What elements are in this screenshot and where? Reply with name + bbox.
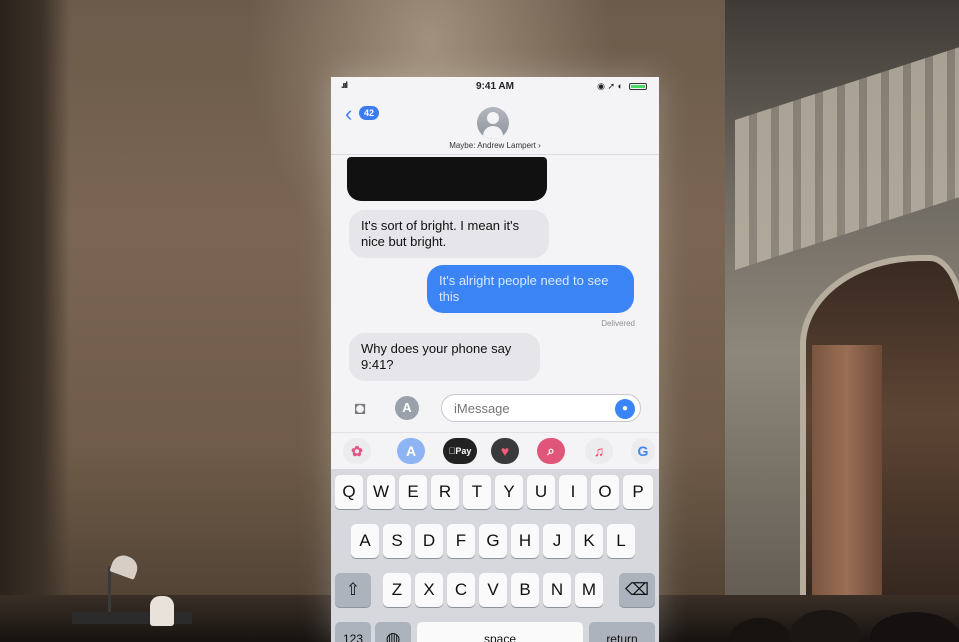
app-store-icon[interactable]: A bbox=[395, 396, 419, 420]
globe-icon[interactable]: ◍ bbox=[375, 622, 411, 642]
key-r[interactable]: R bbox=[431, 475, 459, 509]
status-icons: ◉ ➚ ◐ bbox=[597, 81, 623, 91]
key-n[interactable]: N bbox=[543, 573, 571, 607]
key-x[interactable]: X bbox=[415, 573, 443, 607]
projected-phone-screen: .ııl 9:41 AM ◉ ➚ ◐ ‹ 42 Maybe: Andrew La… bbox=[331, 77, 659, 642]
message-input[interactable] bbox=[441, 394, 641, 422]
shift-icon[interactable]: ⇧ bbox=[335, 573, 371, 607]
camera-icon[interactable]: ◘ bbox=[345, 397, 375, 419]
key-a[interactable]: A bbox=[351, 524, 379, 558]
key-o[interactable]: O bbox=[591, 475, 619, 509]
key-q[interactable]: Q bbox=[335, 475, 363, 509]
music-app-icon[interactable]: ♫ bbox=[585, 438, 613, 464]
numbers-key[interactable]: 123 bbox=[335, 622, 371, 642]
key-j[interactable]: J bbox=[543, 524, 571, 558]
delete-icon[interactable]: ⌫ bbox=[619, 573, 655, 607]
key-z[interactable]: Z bbox=[383, 573, 411, 607]
left-wall-shadow bbox=[0, 0, 70, 642]
message-bubble-incoming: It's sort of bright. I mean it's nice bu… bbox=[349, 210, 549, 258]
contact-name[interactable]: Maybe: Andrew Lampert › bbox=[331, 141, 659, 150]
compose-bar: ◘ A ● bbox=[331, 391, 659, 425]
stage-desk bbox=[72, 612, 192, 624]
keyboard: Q W E R T Y U I O P A S D F G H J K L ⇧ … bbox=[331, 469, 659, 642]
photos-app-icon[interactable]: ✿ bbox=[343, 438, 371, 464]
key-b[interactable]: B bbox=[511, 573, 539, 607]
key-h[interactable]: H bbox=[511, 524, 539, 558]
return-key[interactable]: return bbox=[589, 622, 655, 642]
key-u[interactable]: U bbox=[527, 475, 555, 509]
conversation-header: ‹ 42 Maybe: Andrew Lampert › bbox=[331, 95, 659, 155]
back-unread-badge[interactable]: 42 bbox=[359, 106, 379, 120]
app-drawer: ✿ A Pay ♥ ⌕ ♫ G bbox=[331, 432, 659, 468]
google-app-icon[interactable]: G bbox=[631, 438, 655, 464]
image-search-icon[interactable]: ⌕ bbox=[537, 438, 565, 464]
message-bubble-incoming: Why does your phone say 9:41? bbox=[349, 333, 540, 381]
key-y[interactable]: Y bbox=[495, 475, 523, 509]
key-g[interactable]: G bbox=[479, 524, 507, 558]
key-f[interactable]: F bbox=[447, 524, 475, 558]
avatar[interactable] bbox=[477, 107, 509, 139]
key-v[interactable]: V bbox=[479, 573, 507, 607]
digital-touch-icon[interactable]: ♥ bbox=[491, 438, 519, 464]
microphone-icon[interactable]: ● bbox=[615, 399, 635, 419]
presenter bbox=[150, 596, 174, 626]
avatar-body bbox=[483, 126, 503, 139]
message-bubble-outgoing: It's alright people need to see this bbox=[427, 265, 634, 313]
avatar-head bbox=[487, 112, 499, 124]
key-p[interactable]: P bbox=[623, 475, 653, 509]
app-store-icon[interactable]: A bbox=[397, 438, 425, 464]
delivered-status: Delivered bbox=[601, 319, 635, 328]
key-l[interactable]: L bbox=[607, 524, 635, 558]
apple-pay-icon[interactable]: Pay bbox=[443, 438, 477, 464]
key-c[interactable]: C bbox=[447, 573, 475, 607]
key-i[interactable]: I bbox=[559, 475, 587, 509]
key-s[interactable]: S bbox=[383, 524, 411, 558]
chevron-left-icon[interactable]: ‹ bbox=[345, 103, 352, 125]
key-m[interactable]: M bbox=[575, 573, 603, 607]
key-w[interactable]: W bbox=[367, 475, 395, 509]
key-t[interactable]: T bbox=[463, 475, 491, 509]
redacted-message bbox=[347, 157, 547, 201]
key-d[interactable]: D bbox=[415, 524, 443, 558]
space-key[interactable]: space bbox=[417, 622, 583, 642]
wooden-door bbox=[812, 345, 882, 635]
status-bar: .ııl 9:41 AM ◉ ➚ ◐ bbox=[331, 77, 659, 95]
key-e[interactable]: E bbox=[399, 475, 427, 509]
key-k[interactable]: K bbox=[575, 524, 603, 558]
battery-icon bbox=[629, 83, 647, 90]
